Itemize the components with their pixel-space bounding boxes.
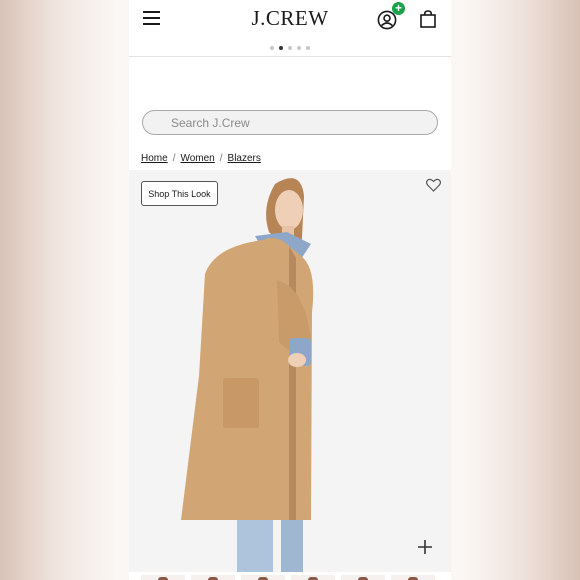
carousel-dot[interactable] xyxy=(270,46,274,50)
product-thumbnail[interactable] xyxy=(141,575,185,580)
breadcrumb: Home / Women / Blazers xyxy=(141,153,261,164)
breadcrumb-separator: / xyxy=(219,153,223,164)
product-hero: Shop This Look xyxy=(129,170,451,572)
product-thumbnail[interactable] xyxy=(191,575,235,580)
breadcrumb-separator: / xyxy=(172,153,176,164)
product-thumbnail[interactable] xyxy=(341,575,385,580)
breadcrumb-home[interactable]: Home xyxy=(141,153,168,164)
plus-icon[interactable] xyxy=(418,540,432,554)
account-badge: + xyxy=(392,2,405,15)
product-thumbnail[interactable] xyxy=(391,575,435,580)
product-thumbnail[interactable] xyxy=(241,575,285,580)
shopping-bag-icon[interactable] xyxy=(420,10,436,28)
heart-icon[interactable] xyxy=(426,178,441,192)
search-bar[interactable] xyxy=(142,110,438,135)
carousel-pagination xyxy=(129,46,451,50)
thumbnail-strip xyxy=(141,575,451,580)
app-screen: J.CREW + Home / Women / Blazers xyxy=(129,0,451,580)
shop-this-look-button[interactable]: Shop This Look xyxy=(141,181,218,206)
breadcrumb-women[interactable]: Women xyxy=(180,153,214,164)
top-navigation-bar: J.CREW + xyxy=(129,0,451,40)
product-thumbnail[interactable] xyxy=(291,575,335,580)
breadcrumb-blazers[interactable]: Blazers xyxy=(228,153,261,164)
search-input[interactable] xyxy=(171,111,421,134)
carousel-dot[interactable] xyxy=(279,46,283,50)
carousel-dot[interactable] xyxy=(288,46,292,50)
carousel-dot[interactable] xyxy=(306,46,310,50)
carousel-dot[interactable] xyxy=(297,46,301,50)
product-image[interactable] xyxy=(129,170,451,572)
header-divider xyxy=(129,56,451,57)
